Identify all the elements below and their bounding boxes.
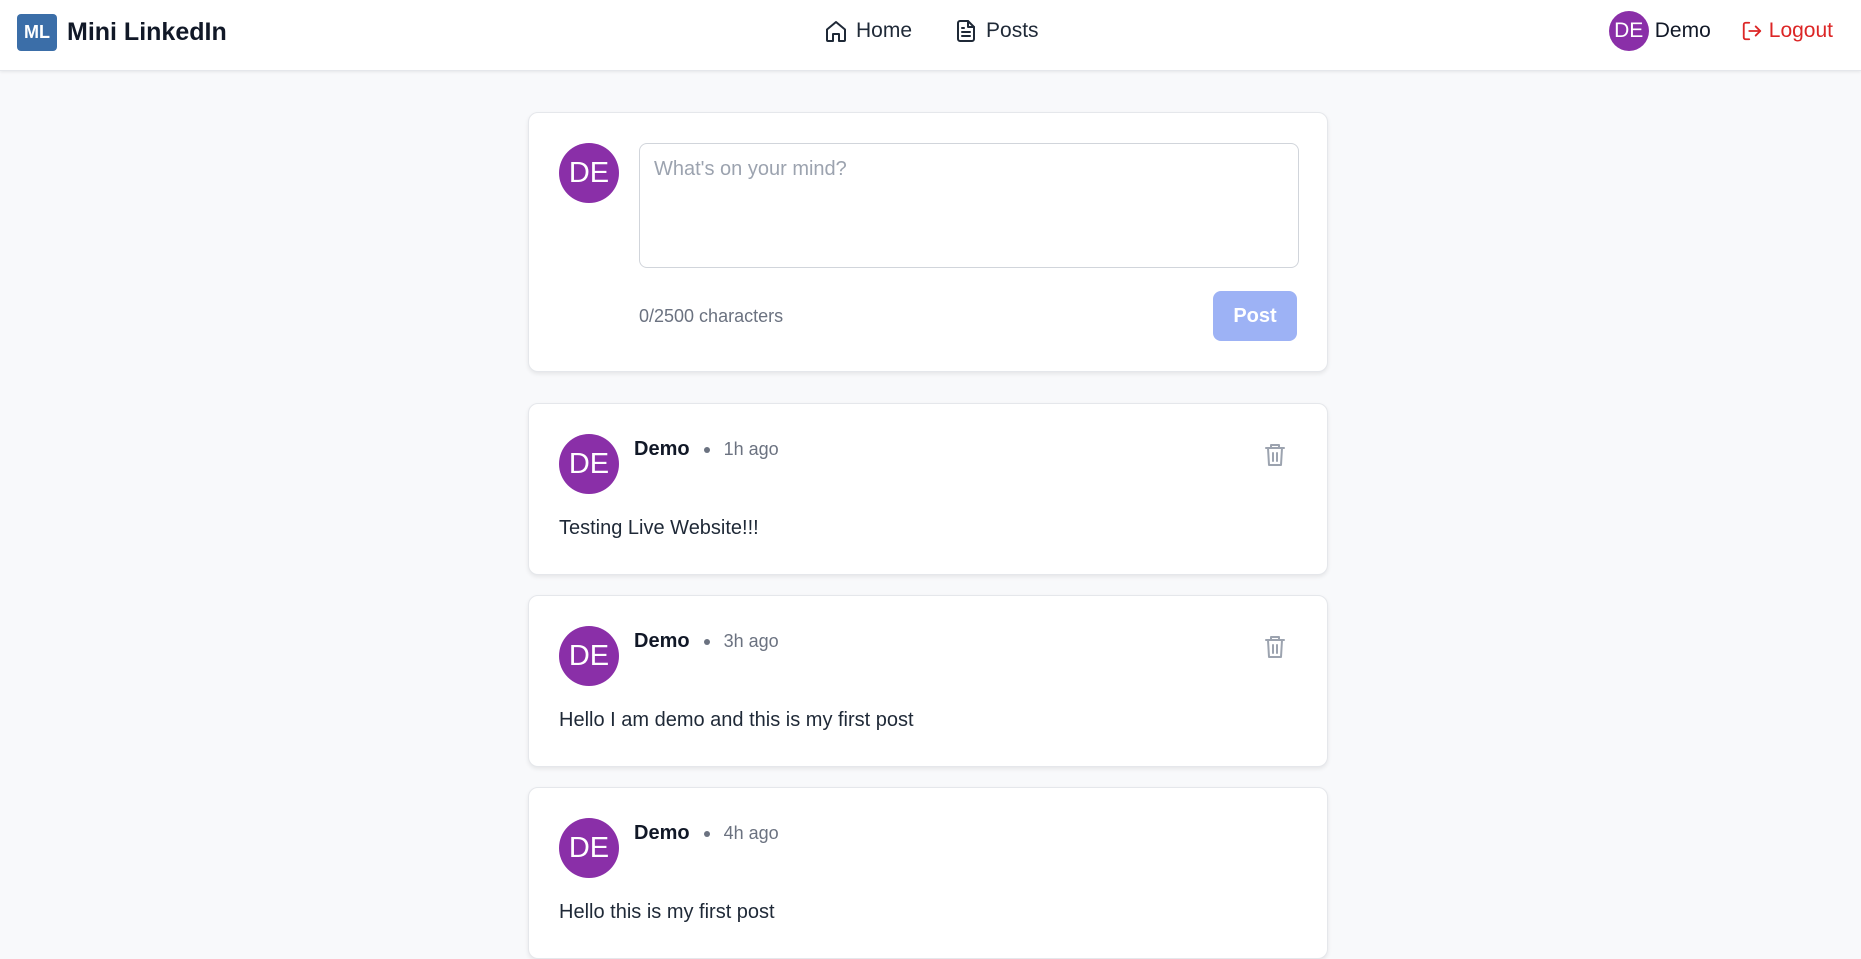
avatar: DE	[559, 143, 619, 203]
nav-home[interactable]: Home	[824, 19, 912, 43]
post-meta: Demo 4h ago	[634, 822, 779, 845]
post-timestamp: 1h ago	[723, 439, 779, 459]
post-body: Testing Live Website!!!	[559, 517, 759, 539]
separator-dot	[703, 446, 710, 453]
post-timestamp: 3h ago	[723, 631, 779, 651]
top-navbar: ML Mini LinkedIn Home Posts DE Demo Logo…	[0, 0, 1861, 71]
separator-dot	[703, 830, 710, 837]
char-counter: 0/2500 characters	[639, 306, 784, 326]
post-card: DE Demo 4h ago Hello this is my first po…	[528, 787, 1328, 959]
trash-icon[interactable]	[1263, 634, 1287, 660]
app-name[interactable]: Mini LinkedIn	[67, 18, 227, 47]
avatar: DE	[559, 626, 619, 686]
avatar: DE	[559, 818, 619, 878]
post-meta: Demo 3h ago	[634, 630, 779, 653]
avatar: DE	[559, 434, 619, 494]
post-card: DE Demo 3h ago Hello I am demo and this …	[528, 595, 1328, 767]
post-author[interactable]: Demo	[634, 630, 690, 653]
avatar: DE	[1608, 11, 1649, 51]
logout-label: Logout	[1768, 19, 1833, 42]
logout-button[interactable]: Logout	[1741, 19, 1833, 43]
separator-dot	[703, 638, 710, 645]
post-author[interactable]: Demo	[634, 822, 690, 845]
post-body: Hello I am demo and this is my first pos…	[559, 709, 914, 731]
trash-icon[interactable]	[1263, 442, 1287, 468]
user-name: Demo	[1654, 19, 1711, 42]
user-menu[interactable]: DE Demo	[1608, 11, 1711, 51]
post-input[interactable]	[639, 143, 1299, 268]
post-meta: Demo 1h ago	[634, 438, 779, 461]
user-area: DE Demo Logout	[1608, 11, 1833, 51]
brand[interactable]: ML Mini LinkedIn	[17, 14, 227, 51]
post-timestamp: 4h ago	[723, 823, 779, 843]
nav-posts-label: Posts	[986, 19, 1039, 42]
post-button[interactable]: Post	[1213, 291, 1297, 341]
main-nav: Home Posts	[824, 17, 1039, 45]
logout-icon	[1742, 21, 1761, 41]
post-composer: DE 0/2500 characters Post	[528, 112, 1328, 372]
home-icon	[826, 21, 846, 42]
brand-logo[interactable]: ML	[17, 14, 57, 51]
post-author[interactable]: Demo	[634, 438, 690, 461]
document-icon	[957, 20, 976, 42]
nav-home-label: Home	[856, 19, 913, 42]
nav-posts[interactable]: Posts	[954, 19, 1039, 43]
post-card: DE Demo 1h ago Testing Live Website!!!	[528, 403, 1328, 575]
